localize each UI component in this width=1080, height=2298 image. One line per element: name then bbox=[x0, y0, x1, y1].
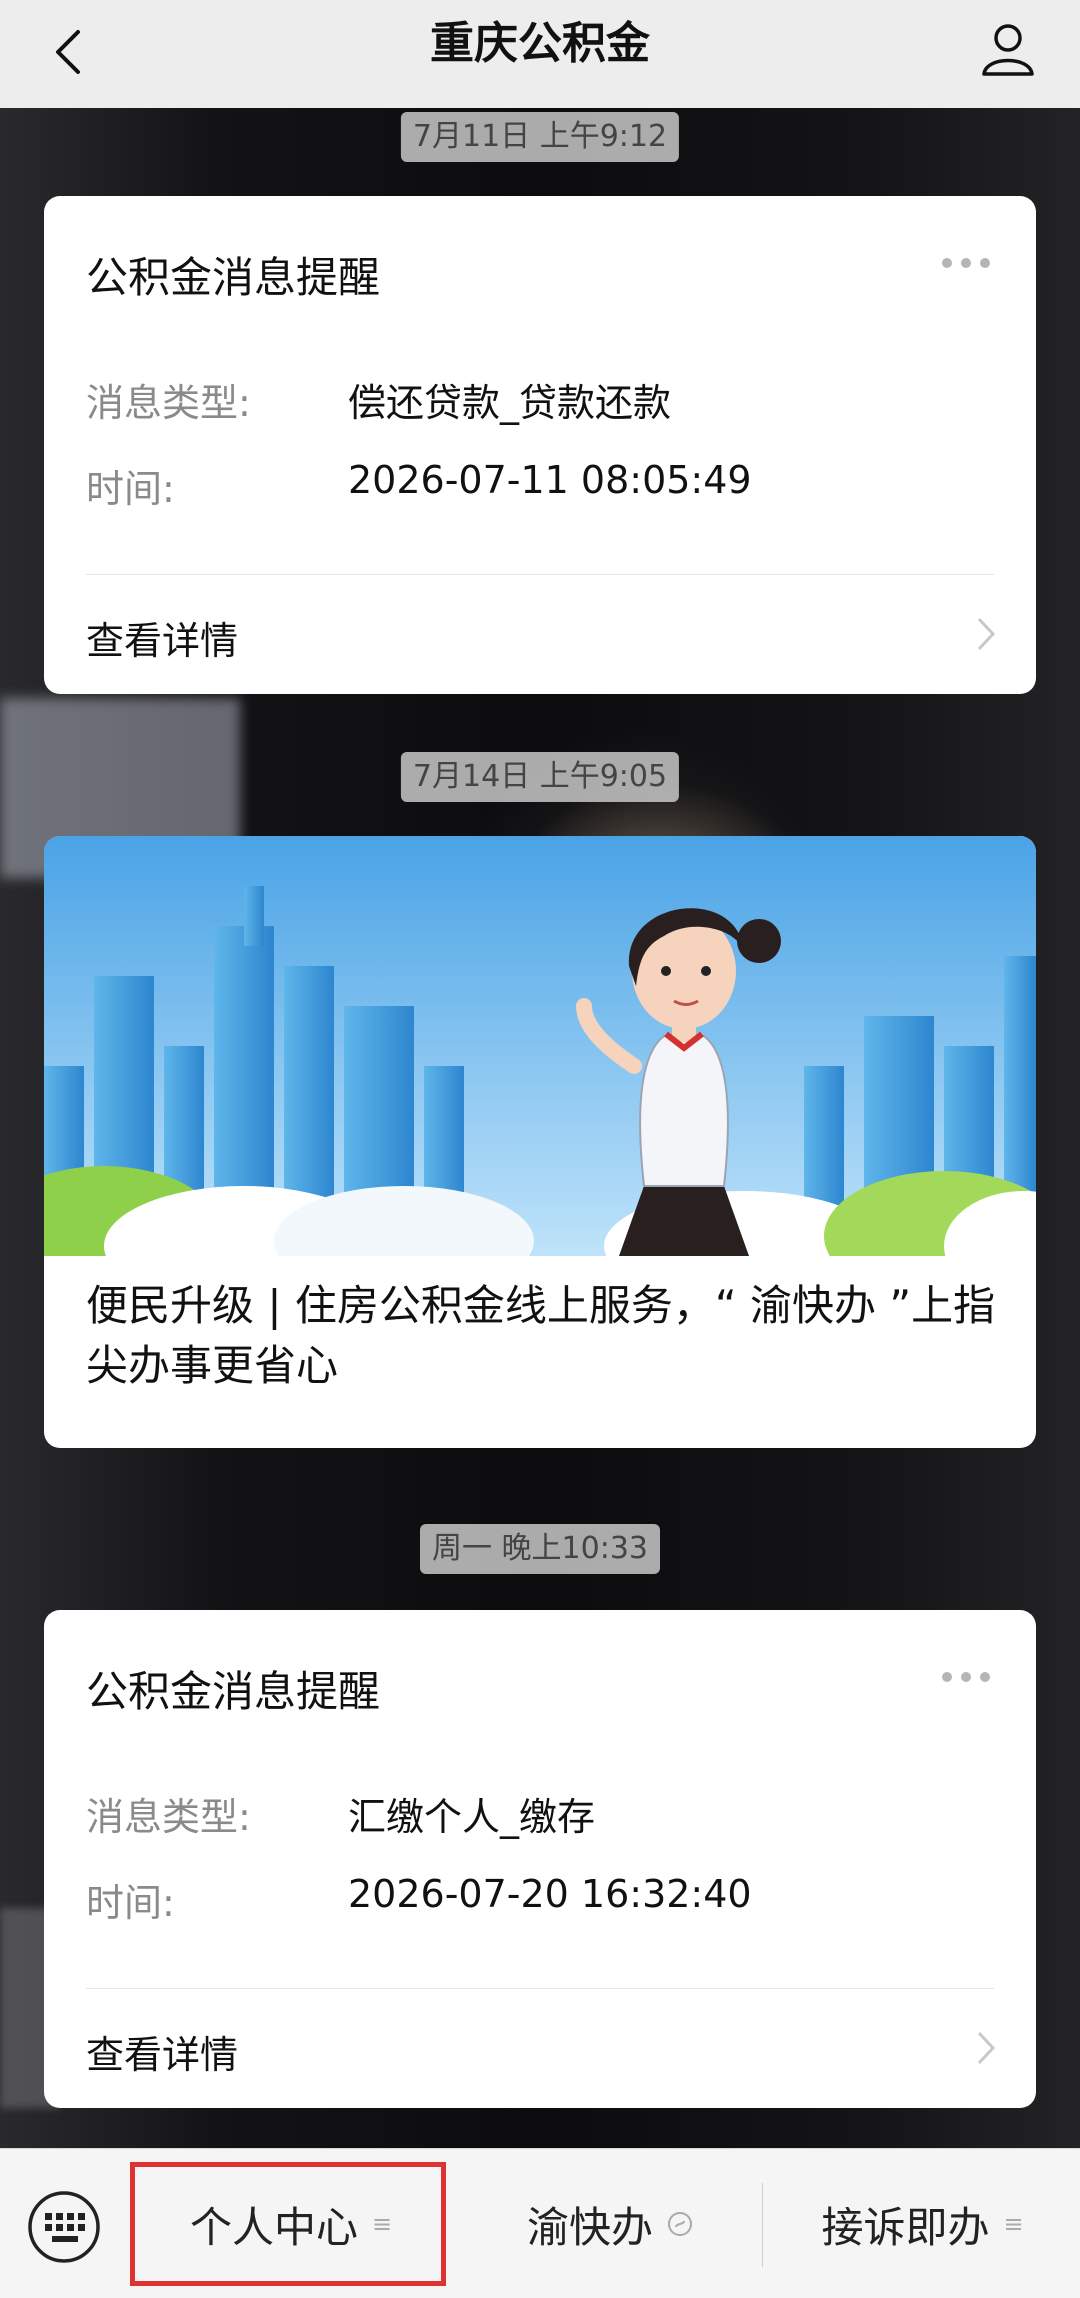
view-details-link[interactable]: 查看详情 bbox=[86, 610, 238, 665]
message-timestamp: 7月14日 上午9:05 bbox=[400, 752, 680, 802]
time-value: 2026-07-20 16:32:40 bbox=[348, 1872, 752, 1916]
message-timestamp: 周一 晚上10:33 bbox=[420, 1524, 660, 1574]
message-type-value: 偿还贷款_贷款还款 bbox=[348, 381, 672, 425]
view-details-link[interactable]: 查看详情 bbox=[86, 2024, 238, 2079]
message-timestamp: 7月11日 上午9:12 bbox=[400, 112, 680, 162]
chevron-right-icon bbox=[977, 617, 996, 651]
message-type-value: 汇缴个人_缴存 bbox=[348, 1795, 596, 1839]
chevron-right-icon bbox=[977, 2031, 996, 2065]
article-card[interactable]: 便民升级 | 住房公积金线上服务，“ 渝快办 ”上指尖办事更省心 bbox=[44, 836, 1036, 1448]
card-title: 公积金消息提醒 bbox=[86, 1667, 381, 1716]
more-options-icon[interactable] bbox=[940, 256, 992, 270]
time-label: 时间: bbox=[86, 1881, 175, 1925]
top-bar: 重庆公积金 bbox=[0, 0, 1080, 108]
menu-separator bbox=[762, 2183, 763, 2267]
mini-program-icon bbox=[668, 2212, 692, 2236]
more-options-icon[interactable] bbox=[940, 1670, 992, 1684]
divider bbox=[86, 1988, 994, 1989]
message-type-label: 消息类型: bbox=[86, 381, 251, 425]
notification-card[interactable]: 公积金消息提醒 消息类型: 偿还贷款_贷款还款 时间: 2026-07-11 0… bbox=[44, 196, 1036, 694]
article-banner-image bbox=[44, 836, 1036, 1256]
menu-label: 渝快办 bbox=[526, 2202, 653, 2252]
menu-lines-icon: ≡ bbox=[1003, 2210, 1024, 2238]
keyboard-icon[interactable] bbox=[26, 2189, 102, 2265]
profile-icon[interactable] bbox=[976, 16, 1040, 80]
time-value: 2026-07-11 08:05:49 bbox=[348, 458, 752, 502]
article-headline: 便民升级 | 住房公积金线上服务，“ 渝快办 ”上指尖办事更省心 bbox=[86, 1281, 996, 1390]
menu-complaint-handling[interactable]: 接诉即办 ≡ bbox=[765, 2149, 1080, 2298]
time-label: 时间: bbox=[86, 467, 175, 511]
highlight-box bbox=[130, 2162, 446, 2286]
notification-card[interactable]: 公积金消息提醒 消息类型: 汇缴个人_缴存 时间: 2026-07-20 16:… bbox=[44, 1610, 1036, 2108]
message-type-label: 消息类型: bbox=[86, 1795, 251, 1839]
divider bbox=[86, 574, 994, 575]
menu-yukuaiban[interactable]: 渝快办 bbox=[460, 2149, 760, 2298]
menu-label: 接诉即办 bbox=[821, 2202, 990, 2252]
page-title: 重庆公积金 bbox=[430, 18, 650, 69]
card-title: 公积金消息提醒 bbox=[86, 253, 381, 302]
